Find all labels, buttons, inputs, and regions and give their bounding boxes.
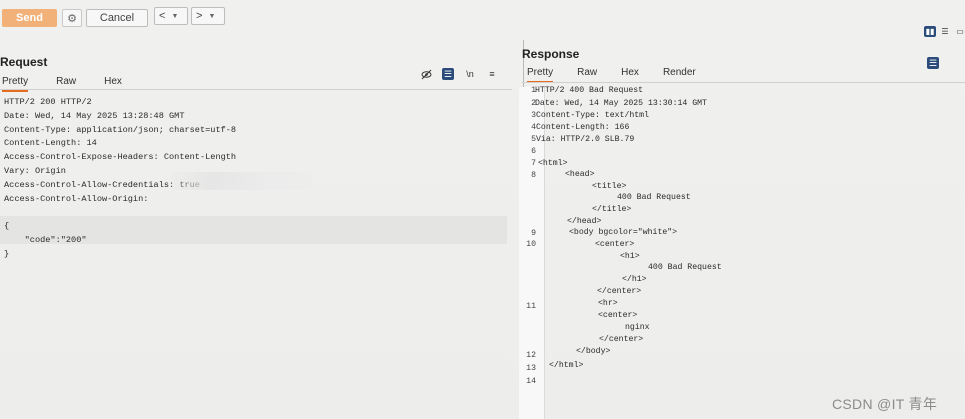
- code-line: </html>: [549, 361, 584, 370]
- request-editor-icons: ☰ \n ≡: [420, 68, 498, 80]
- code-line: Content-Type: application/json; charset=…: [4, 124, 237, 135]
- line-number: 6: [531, 147, 536, 156]
- code-line: Content-Length: 14: [4, 138, 97, 149]
- code-line: Via: HTTP/2.0 SLB.79: [536, 135, 635, 144]
- line-number: 1: [531, 86, 536, 95]
- line-number: 3: [531, 111, 536, 120]
- tab-raw[interactable]: Raw: [577, 67, 597, 83]
- code-line: </center>: [599, 335, 644, 344]
- split-vertical-icon[interactable]: ▮▮: [924, 26, 936, 37]
- tab-pretty[interactable]: Pretty: [527, 67, 554, 83]
- single-pane-icon[interactable]: ▭: [954, 26, 965, 37]
- tab-render[interactable]: Render: [663, 67, 696, 83]
- code-line: <html>: [538, 159, 568, 168]
- line-number: 9: [531, 229, 536, 238]
- code-line: HTTP/2 400 Bad Request: [535, 86, 644, 95]
- code-line: <head>: [565, 170, 595, 179]
- line-number: 7: [531, 159, 536, 168]
- code-line: 400 Bad Request: [648, 263, 722, 272]
- line-number: 14: [526, 377, 536, 386]
- request-title: Request: [0, 55, 48, 69]
- code-line: </title>: [592, 205, 632, 214]
- code-line: </head>: [567, 217, 602, 226]
- line-number: 13: [526, 364, 536, 373]
- code-line: </body>: [576, 347, 611, 356]
- code-line: Date: Wed, 14 May 2025 13:30:14 GMT: [535, 99, 707, 108]
- wrap-icon[interactable]: ☰: [442, 68, 454, 80]
- code-line: <center>: [598, 311, 638, 320]
- code-line: <h1>: [620, 252, 640, 261]
- line-number: 10: [526, 240, 536, 249]
- line-number: 2: [531, 99, 536, 108]
- code-line: Content-Type: text/html: [536, 111, 650, 120]
- line-number: 12: [526, 351, 536, 360]
- response-tabs: Pretty Raw Hex Render: [527, 67, 724, 83]
- code-line: Access-Control-Expose-Headers: Content-L…: [4, 152, 237, 163]
- tab-underline: [522, 82, 965, 83]
- tab-hex[interactable]: Hex: [621, 67, 639, 83]
- menu-icon[interactable]: ≡: [486, 68, 498, 80]
- line-number: 11: [526, 302, 536, 311]
- request-panel: Request Pretty Raw Hex ☰ \n ≡ HTTP/2 200…: [0, 0, 523, 419]
- code-line: 400 Bad Request: [617, 193, 691, 202]
- split-horizontal-icon[interactable]: ☰: [939, 26, 951, 37]
- code-line: <hr>: [598, 299, 618, 308]
- code-line: </center>: [597, 287, 642, 296]
- code-line: </h1>: [622, 275, 647, 284]
- redacted-value: [170, 172, 312, 190]
- tab-underline: [0, 89, 512, 90]
- app-window: Send ⚙ Cancel < ▼ > ▼ ▮▮ ☰ ▭ Request Pre…: [0, 0, 965, 419]
- code-line: {: [4, 221, 10, 232]
- code-line: "code":"200": [4, 234, 87, 245]
- code-line: <title>: [592, 182, 627, 191]
- watermark: CSDN @IT 青年: [832, 396, 938, 412]
- code-line: Access-Control-Allow-Origin:: [4, 193, 149, 204]
- code-line: }: [4, 248, 10, 259]
- wrap-icon[interactable]: ☰: [927, 57, 939, 69]
- line-number: 5: [531, 135, 536, 144]
- line-number: 4: [531, 123, 536, 132]
- response-editor-icons: ☰: [927, 57, 939, 69]
- code-line: HTTP/2 200 HTTP/2: [4, 97, 92, 107]
- code-line: Date: Wed, 14 May 2025 13:28:48 GMT: [4, 110, 185, 121]
- code-line: <center>: [595, 240, 635, 249]
- code-line: <body bgcolor="white">: [569, 228, 678, 237]
- code-line: nginx: [625, 323, 650, 332]
- eye-slash-icon[interactable]: [420, 68, 432, 80]
- code-line: Content-Length: 166: [536, 123, 630, 132]
- line-number: 8: [531, 171, 536, 180]
- response-title: Response: [522, 47, 580, 61]
- newline-icon[interactable]: \n: [464, 68, 476, 80]
- layout-toggle: ▮▮ ☰ ▭: [924, 26, 965, 38]
